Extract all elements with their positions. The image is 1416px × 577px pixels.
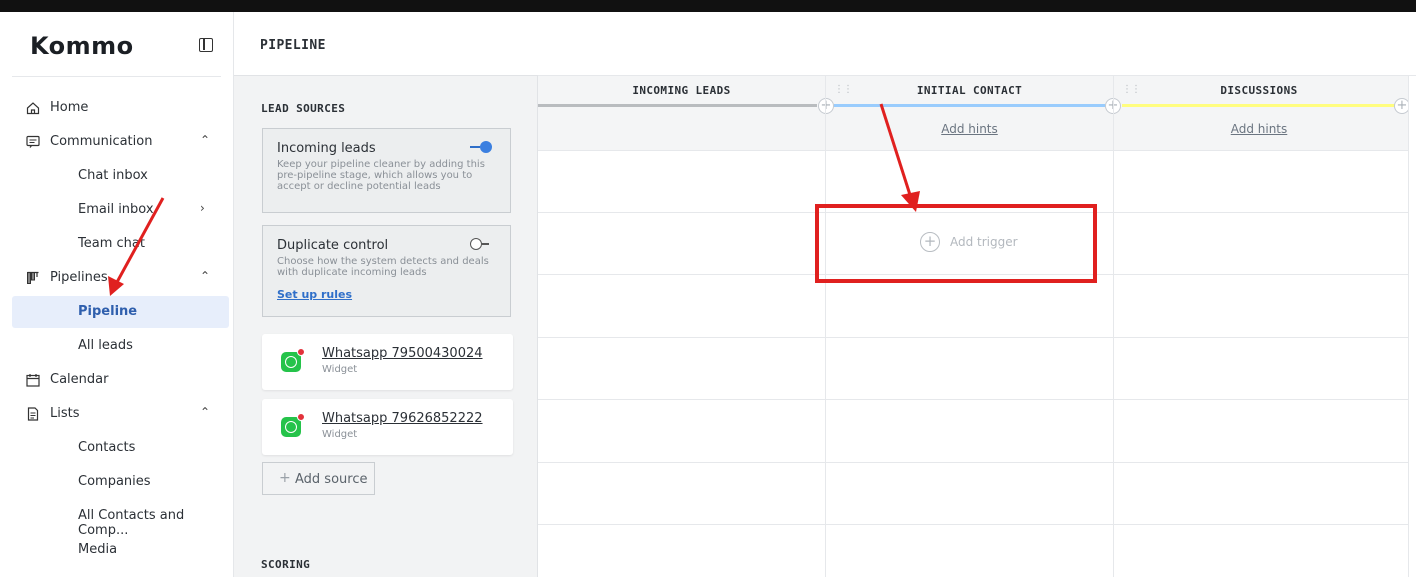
sidebar-item-pipeline[interactable]: Pipeline: [12, 296, 229, 328]
chevron-up-icon[interactable]: ⌃: [200, 269, 210, 283]
chat-icon: [26, 135, 40, 148]
sidebar-item-label: Email inbox: [78, 202, 154, 217]
lead-source-whatsapp-1[interactable]: Whatsapp 79500430024 Widget: [262, 334, 513, 390]
sidebar-item-label: Team chat: [78, 236, 145, 251]
nav-divider: [12, 76, 221, 77]
calendar-icon: [26, 374, 40, 387]
top-border-bar: [0, 0, 1416, 12]
stage-initial-contact[interactable]: ⋮⋮ INITIAL CONTACT Add hints: [826, 76, 1113, 151]
pipeline-board: INCOMING LEADS + ⋮⋮ INITIAL CONTACT Add …: [538, 12, 1416, 577]
logo-row: Kommo: [0, 12, 234, 76]
incoming-leads-title: Incoming leads: [277, 141, 376, 156]
document-icon: [27, 407, 39, 421]
stage-incoming-leads[interactable]: INCOMING LEADS: [538, 76, 825, 151]
stage-color-bar: [834, 104, 1105, 107]
incoming-leads-toggle[interactable]: [470, 141, 496, 153]
board-header: [538, 12, 1416, 76]
pipeline-settings-panel: PIPELINE LEAD SOURCES Incoming leads Kee…: [234, 12, 538, 577]
chevron-right-icon[interactable]: ›: [200, 201, 205, 215]
sidebar-item-label: Pipeline: [78, 304, 138, 319]
notification-badge: [297, 413, 305, 421]
sidebar-item-calendar[interactable]: Calendar: [12, 364, 229, 396]
vertical-scrollbar[interactable]: [1408, 76, 1416, 577]
incoming-leads-card: Incoming leads Keep your pipeline cleane…: [262, 128, 511, 213]
panel-header: PIPELINE: [234, 12, 538, 76]
pipeline-icon: [27, 271, 39, 284]
add-source-button[interactable]: + Add source: [262, 462, 375, 495]
sidebar-item-companies[interactable]: Companies: [12, 466, 229, 498]
duplicate-control-card: Duplicate control Choose how the system …: [262, 225, 511, 317]
sidebar-item-label: Home: [50, 100, 89, 115]
plus-icon: +: [279, 470, 291, 486]
sidebar-item-home[interactable]: Home: [12, 92, 229, 124]
row-divider: [538, 399, 1408, 400]
sidebar-item-label: Pipelines: [50, 270, 108, 285]
sidebar-item-all-leads[interactable]: All leads: [12, 330, 229, 362]
sidebar-item-pipelines[interactable]: Pipelines ⌃: [12, 262, 229, 294]
sidebar-item-label: All leads: [78, 338, 133, 353]
sidebar-item-label: Companies: [78, 474, 151, 489]
source-name[interactable]: Whatsapp 79500430024: [322, 346, 483, 361]
add-hints-link[interactable]: Add hints: [826, 122, 1113, 136]
sidebar-item-contacts[interactable]: Contacts: [12, 432, 229, 464]
sidebar-item-email-inbox[interactable]: Email inbox ›: [12, 194, 229, 226]
duplicate-control-toggle[interactable]: [470, 238, 496, 250]
toggle-track: [470, 146, 480, 148]
sidebar-collapse-icon[interactable]: [199, 38, 213, 52]
stage-name: INCOMING LEADS: [632, 84, 731, 97]
sidebar-item-media[interactable]: Media: [12, 534, 229, 566]
set-up-rules-link[interactable]: Set up rules: [277, 288, 352, 301]
stage-header-row: INCOMING LEADS + ⋮⋮ INITIAL CONTACT Add …: [538, 76, 1416, 151]
row-divider: [538, 337, 1408, 338]
sidebar-item-label: Chat inbox: [78, 168, 148, 183]
chevron-up-icon[interactable]: ⌃: [200, 133, 210, 147]
toggle-track: [482, 243, 489, 245]
lead-sources-title: LEAD SOURCES: [261, 102, 346, 115]
highlight-box: [815, 204, 1097, 283]
incoming-leads-description: Keep your pipeline cleaner by adding thi…: [277, 159, 485, 192]
sidebar-item-label: Lists: [50, 406, 80, 421]
sidebar-item-label: Calendar: [50, 372, 109, 387]
sidebar: Kommo Home Communication ⌃ Chat inbox Em…: [0, 12, 234, 577]
sidebar-item-label: Media: [78, 542, 118, 557]
sidebar-item-communication[interactable]: Communication ⌃: [12, 126, 229, 158]
lead-source-whatsapp-2[interactable]: Whatsapp 79626852222 Widget: [262, 399, 513, 455]
chevron-up-icon[interactable]: ⌃: [200, 405, 210, 419]
sidebar-item-all-contacts-and-companies[interactable]: All Contacts and Comp...: [12, 500, 229, 538]
kommo-logo[interactable]: Kommo: [30, 32, 134, 60]
sidebar-item-label: Contacts: [78, 440, 136, 455]
notification-badge: [297, 348, 305, 356]
stage-name: INITIAL CONTACT: [916, 84, 1023, 97]
source-type: Widget: [322, 364, 358, 375]
stage-color-bar: [1122, 104, 1397, 107]
source-name[interactable]: Whatsapp 79626852222: [322, 411, 483, 426]
duplicate-control-description: Choose how the system detects and deals …: [277, 256, 489, 278]
toggle-knob: [470, 238, 482, 250]
sidebar-item-chat-inbox[interactable]: Chat inbox: [12, 160, 229, 192]
sidebar-item-lists[interactable]: Lists ⌃: [12, 398, 229, 430]
home-icon: [26, 102, 40, 115]
row-divider: [538, 462, 1408, 463]
toggle-knob: [480, 141, 492, 153]
source-type: Widget: [322, 429, 358, 440]
stage-discussions[interactable]: ⋮⋮ DISCUSSIONS Add hints: [1114, 76, 1404, 151]
page-title: PIPELINE: [260, 38, 326, 53]
add-source-label: Add source: [295, 472, 368, 487]
sidebar-item-label: Communication: [50, 134, 153, 149]
column-divider: [1113, 76, 1114, 577]
stage-color-bar: [538, 104, 817, 107]
column-divider: [825, 76, 826, 577]
stage-name: DISCUSSIONS: [1220, 84, 1298, 97]
row-divider: [538, 524, 1408, 525]
sidebar-item-team-chat[interactable]: Team chat: [12, 228, 229, 260]
duplicate-control-title: Duplicate control: [277, 238, 389, 253]
scoring-title: SCORING: [261, 558, 311, 571]
add-hints-link[interactable]: Add hints: [1114, 122, 1404, 136]
